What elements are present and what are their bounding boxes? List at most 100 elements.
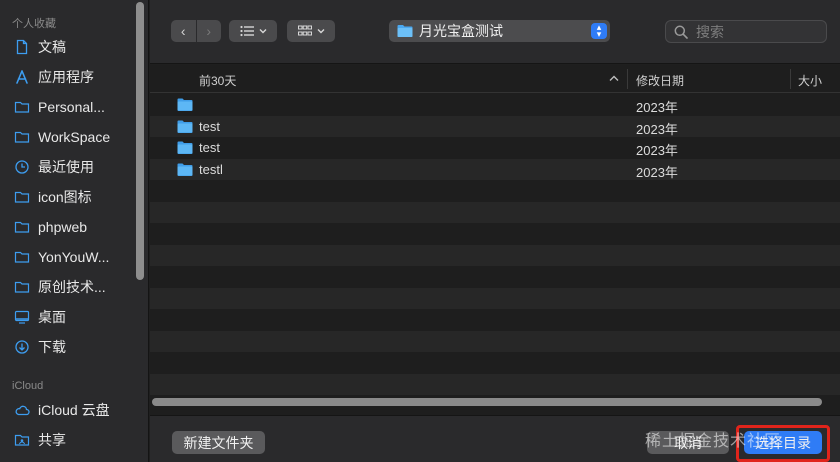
desktop-icon	[14, 309, 30, 325]
icloud-heading: iCloud	[12, 380, 44, 392]
column-divider[interactable]	[790, 69, 791, 89]
location-popup[interactable]: 月光宝盒测试 ▴ ▾	[389, 20, 610, 42]
empty-row	[150, 180, 840, 202]
empty-row	[150, 373, 840, 395]
table-row[interactable]: test 2023年	[150, 115, 840, 137]
file-date: 2023年	[636, 100, 678, 115]
folder-icon	[177, 98, 193, 111]
column-header: 前30天 修改日期 大小	[150, 65, 840, 93]
sidebar-item-phpweb[interactable]: phpweb	[14, 216, 136, 238]
folder-icon	[177, 163, 193, 176]
grid-view-button[interactable]	[287, 20, 335, 42]
sidebar-item-label: iCloud 云盘	[38, 402, 110, 418]
empty-row	[150, 330, 840, 352]
empty-row	[150, 201, 840, 223]
toolbar: ‹ › 月光宝盒测试 ▴ ▾ 搜索	[150, 0, 840, 64]
sidebar-item-personal[interactable]: Personal...	[14, 96, 136, 118]
sidebar-item-label: 应用程序	[38, 69, 94, 85]
search-field[interactable]: 搜索	[665, 20, 827, 43]
sidebar-item-downloads[interactable]: 下载	[14, 336, 136, 358]
applications-icon	[14, 69, 30, 85]
folder-icon	[177, 141, 193, 154]
sidebar-item-icloud-drive[interactable]: iCloud 云盘	[14, 399, 136, 421]
column-divider[interactable]	[627, 69, 628, 89]
sidebar-item-label: 原创技术...	[38, 279, 106, 295]
sidebar-item-workspace[interactable]: WorkSpace	[14, 126, 136, 148]
folder-icon	[14, 129, 30, 145]
sidebar-item-label: phpweb	[38, 219, 88, 235]
sidebar-item-desktop[interactable]: 桌面	[14, 306, 136, 328]
empty-row	[150, 266, 840, 288]
sidebar: 个人收藏 文稿 应用程序 Personal... WorkSpace 最近使用 …	[0, 0, 149, 462]
back-button[interactable]: ‹	[171, 20, 196, 42]
folder-icon	[14, 99, 30, 115]
sidebar-item-label: 最近使用	[38, 159, 94, 175]
folder-icon	[14, 189, 30, 205]
horizontal-scrollbar[interactable]	[152, 398, 822, 406]
folder-icon	[177, 120, 193, 133]
sidebar-item-documents[interactable]: 文稿	[14, 36, 136, 58]
column-modified[interactable]: 修改日期	[636, 72, 684, 89]
sidebar-item-label: YonYouW...	[38, 249, 110, 265]
favorites-heading: 个人收藏	[12, 18, 56, 30]
sidebar-item-shared[interactable]: 共享	[14, 429, 136, 451]
cloud-icon	[14, 402, 30, 418]
sidebar-item-original-tech[interactable]: 原创技术...	[14, 276, 136, 298]
search-icon	[674, 25, 688, 39]
folder-icon	[14, 249, 30, 265]
table-row[interactable]: testl 2023年	[150, 158, 840, 180]
file-date: 2023年	[636, 164, 678, 180]
download-icon	[14, 339, 30, 355]
column-name[interactable]: 前30天	[199, 72, 236, 89]
sidebar-item-label: WorkSpace	[38, 129, 111, 145]
file-name: test	[199, 118, 220, 134]
sidebar-item-label: 共享	[38, 432, 66, 448]
sidebar-item-applications[interactable]: 应用程序	[14, 66, 136, 88]
file-name: test	[199, 140, 220, 155]
bottom-bar: 新建文件夹 取消 选择目录 稀土掘金技术社区	[150, 415, 840, 462]
navigation-buttons: ‹ ›	[171, 20, 221, 42]
sidebar-item-label: Personal...	[38, 99, 105, 115]
chevron-right-icon: ›	[206, 23, 212, 39]
file-name: testl	[199, 161, 223, 177]
current-folder-name: 月光宝盒测试	[419, 23, 503, 39]
sidebar-item-yonyou[interactable]: YonYouW...	[14, 246, 136, 268]
new-folder-button[interactable]: 新建文件夹	[172, 431, 265, 454]
sidebar-item-recents[interactable]: 最近使用	[14, 156, 136, 178]
chevron-down-icon	[259, 29, 266, 34]
folder-icon	[397, 25, 413, 37]
sidebar-item-label: icon图标	[38, 189, 92, 205]
sidebar-scrollbar[interactable]	[136, 2, 144, 280]
empty-row	[150, 244, 840, 266]
file-rows: 2023年 test 2023年 test 2023年 testl 2023年	[150, 94, 840, 395]
folder-icon	[14, 219, 30, 235]
sidebar-item-label: 文稿	[38, 39, 66, 55]
shared-folder-icon	[14, 432, 30, 448]
folder-icon	[14, 279, 30, 295]
watermark: 稀土掘金技术社区	[645, 433, 782, 450]
clock-icon	[14, 159, 30, 175]
popup-stepper-icon: ▴ ▾	[591, 23, 607, 39]
table-row[interactable]: test 2023年	[150, 137, 840, 159]
forward-button[interactable]: ›	[195, 20, 221, 42]
sidebar-item-label: 下载	[38, 339, 66, 355]
document-icon	[14, 39, 30, 55]
empty-row	[150, 287, 840, 309]
chevron-down-icon	[317, 29, 324, 34]
file-date: 2023年	[636, 121, 678, 137]
grid-icon	[297, 25, 312, 36]
empty-row	[150, 223, 840, 245]
empty-row	[150, 309, 840, 331]
list-view-button[interactable]	[229, 20, 277, 42]
sort-chevron-up-icon[interactable]	[609, 75, 619, 82]
column-size[interactable]: 大小	[798, 72, 822, 89]
file-date: 2023年	[636, 143, 678, 158]
sidebar-item-label: 桌面	[38, 309, 66, 325]
list-icon	[239, 25, 254, 37]
sidebar-item-icon-folder[interactable]: icon图标	[14, 186, 136, 208]
table-row[interactable]: 2023年	[150, 94, 840, 116]
search-placeholder: 搜索	[696, 23, 724, 40]
empty-row	[150, 352, 840, 374]
file-list: 前30天 修改日期 大小 2023年 test 2023年 test 2023年…	[150, 65, 840, 415]
chevron-left-icon: ‹	[180, 23, 186, 39]
